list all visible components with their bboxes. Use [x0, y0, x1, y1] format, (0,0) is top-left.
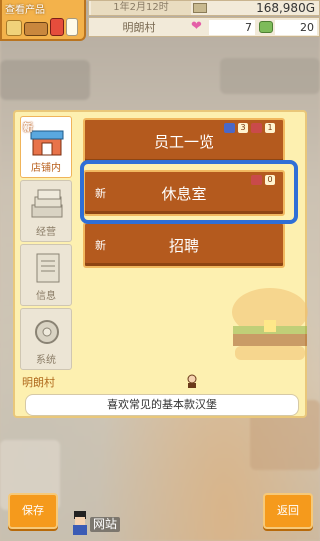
money-stack-icon: [31, 189, 63, 218]
hud-town-stats-bar: 明朗村 ❤ 7 20: [88, 17, 320, 37]
recruit-label: 招聘: [168, 237, 199, 255]
burger-icon: [259, 21, 273, 33]
footer-town-label: 明朗村: [22, 376, 55, 389]
tab-shop-interior[interactable]: 新 店铺内: [20, 116, 72, 178]
tab-label: 经营: [36, 227, 56, 238]
money-icon: [193, 3, 207, 13]
new-tag: 新: [95, 239, 106, 252]
save-button[interactable]: 保存: [8, 493, 58, 529]
website-label: 网站: [90, 517, 121, 532]
website-button[interactable]: 网站: [70, 509, 128, 539]
shop-menu-panel: 新 店铺内 经营 信息 系统 员工一览 3 1 新 休息室 0 新 招聘 明朗村…: [13, 110, 308, 418]
tab-management[interactable]: 经营: [20, 180, 72, 242]
chef-count: 1: [265, 123, 275, 133]
staff-icon: [224, 123, 235, 133]
staff-count: 3: [238, 123, 248, 133]
staff-badges: 3 1: [224, 123, 275, 133]
tab-label: 系统: [36, 355, 56, 366]
burgers-count: 20: [275, 20, 317, 35]
date-display: 1年2月12时: [91, 1, 191, 15]
character-icon: [187, 374, 197, 388]
document-icon: [36, 253, 60, 283]
food-icons: [6, 14, 82, 36]
tab-label: 店铺内: [31, 163, 61, 174]
money-display: 168,980G: [256, 1, 315, 15]
tab-label: 信息: [36, 291, 56, 302]
website-character-icon: [73, 511, 87, 535]
heart-icon: ❤: [191, 19, 202, 34]
back-button[interactable]: 返回: [263, 493, 313, 529]
side-tabs: 新 店铺内 经营 信息 系统: [20, 116, 78, 372]
gear-icon: [35, 320, 59, 344]
recruit-button[interactable]: 新 招聘: [83, 222, 285, 268]
new-tag: 新: [23, 123, 33, 134]
staff-list-button[interactable]: 员工一览 3 1: [83, 118, 285, 164]
hud-date-money-bar: 1年2月12时 168,980G: [88, 0, 320, 16]
hearts-count: 7: [209, 20, 255, 35]
town-name: 明朗村: [122, 21, 156, 34]
tab-info[interactable]: 信息: [20, 244, 72, 306]
shop-icon: [30, 130, 64, 156]
tab-system[interactable]: 系统: [20, 308, 72, 370]
view-products-button[interactable]: 查看产品: [0, 0, 86, 41]
lounge-highlight: [80, 160, 298, 224]
chef-icon: [251, 123, 262, 133]
burger-decoration: [232, 288, 308, 360]
staff-list-label: 员工一览: [153, 133, 214, 151]
customer-message: 喜欢常见的基本款汉堡: [25, 394, 299, 416]
